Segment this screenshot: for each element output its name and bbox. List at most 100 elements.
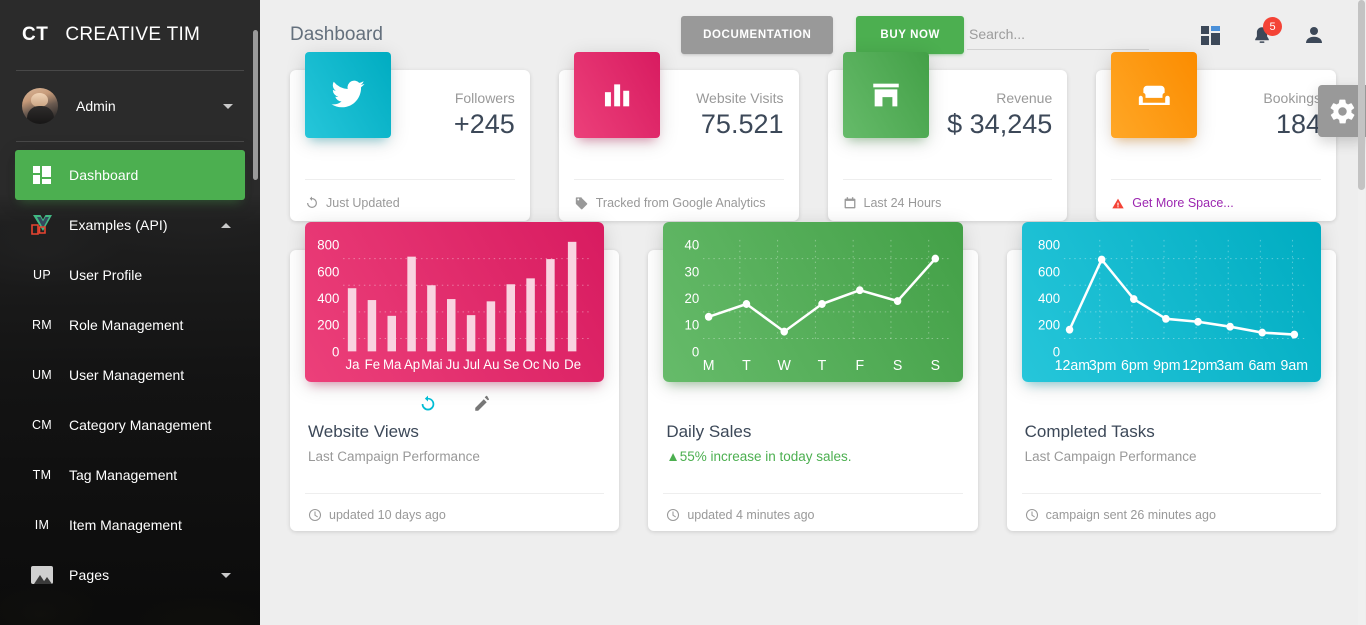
search-field-wrapper xyxy=(967,20,1149,50)
chart-card-title: Completed Tasks xyxy=(1024,422,1155,441)
dashboard-grid-icon xyxy=(25,166,59,184)
svg-text:3am: 3am xyxy=(1216,358,1244,374)
svg-text:12pm: 12pm xyxy=(1182,358,1217,374)
svg-text:400: 400 xyxy=(317,291,339,306)
chevron-down-icon[interactable] xyxy=(221,572,231,578)
sidebar-item-label: Item Management xyxy=(69,517,182,533)
svg-text:Fe: Fe xyxy=(365,357,380,372)
sofa-icon xyxy=(1111,52,1198,138)
card-divider xyxy=(1021,493,1321,494)
svg-text:Jul: Jul xyxy=(463,357,480,372)
gear-icon xyxy=(1330,99,1354,123)
chart-card-subtitle-text: 55% increase in today sales. xyxy=(679,449,852,464)
twitter-bird-icon xyxy=(305,52,391,138)
sidebar-item-abbr: RM xyxy=(31,318,53,332)
apps-grid-button[interactable] xyxy=(1184,15,1236,55)
svg-text:M: M xyxy=(703,358,715,374)
calendar-icon xyxy=(843,196,857,210)
user-name: Admin xyxy=(76,98,116,114)
notifications-button[interactable]: 5 xyxy=(1236,15,1288,55)
svg-text:Ma: Ma xyxy=(383,357,402,372)
stat-card-followers: Followers +245 Just Updated xyxy=(290,52,530,221)
sidebar-item-item-management[interactable]: IM Item Management xyxy=(15,500,245,550)
stat-cards-row: Followers +245 Just Updated Website Visi… xyxy=(290,52,1336,221)
svg-text:800: 800 xyxy=(317,237,339,252)
stat-card-footer: Tracked from Google Analytics xyxy=(574,196,766,210)
chart-card-daily-sales: 40 30 20 10 0 M T W T F S S Daily Sales … xyxy=(648,222,978,531)
top-navbar: Dashboard DOCUMENTATION BUY NOW Search..… xyxy=(260,0,1366,70)
brand-mark: CT xyxy=(22,24,49,45)
chevron-up-icon[interactable] xyxy=(221,222,231,228)
documentation-button[interactable]: DOCUMENTATION xyxy=(681,16,834,54)
sidebar-item-user-management[interactable]: UM User Management xyxy=(15,350,245,400)
card-divider xyxy=(1111,179,1321,180)
sidebar-item-label: Tag Management xyxy=(69,467,178,483)
sidebar-item-label: User Profile xyxy=(69,267,143,283)
svg-text:600: 600 xyxy=(317,264,339,279)
chart-cards-row: 800 600 400 200 0 Ja Fe Ma Ap Mai Ju Jul… xyxy=(290,222,1336,531)
brand-logo[interactable]: CT CREATIVE TIM xyxy=(0,0,260,70)
website-views-chart[interactable]: 800 600 400 200 0 Ja Fe Ma Ap Mai Ju Jul… xyxy=(305,222,605,382)
account-button[interactable] xyxy=(1288,15,1340,55)
svg-text:0: 0 xyxy=(692,344,699,359)
stat-card-footer: Just Updated xyxy=(305,196,400,210)
chart-card-footer: campaign sent 26 minutes ago xyxy=(1025,508,1216,522)
sidebar-item-tag-management[interactable]: TM Tag Management xyxy=(15,450,245,500)
page-title: Dashboard xyxy=(290,24,383,45)
svg-text:S: S xyxy=(931,358,940,374)
chart-card-title: Daily Sales xyxy=(666,422,752,441)
sidebar-item-pages[interactable]: Pages xyxy=(15,550,245,600)
daily-sales-chart[interactable]: 40 30 20 10 0 M T W T F S S xyxy=(663,222,963,382)
sidebar-item-user-profile[interactable]: UP User Profile xyxy=(15,250,245,300)
trend-up-icon: ▲ xyxy=(666,449,680,464)
svg-text:Ju: Ju xyxy=(446,357,460,372)
sidebar-item-label: User Management xyxy=(69,367,185,383)
line-chart-svg: 40 30 20 10 0 M T W T F S S xyxy=(685,237,949,374)
main-content: Dashboard DOCUMENTATION BUY NOW Search..… xyxy=(260,0,1366,625)
sidebar-item-dashboard[interactable]: Dashboard xyxy=(15,150,245,200)
chevron-down-icon[interactable] xyxy=(223,103,233,109)
main-scrollbar-thumb[interactable] xyxy=(1358,0,1365,190)
edit-chart-button[interactable] xyxy=(468,390,496,418)
vue-laravel-logo-icon xyxy=(25,214,59,236)
user-panel[interactable]: Admin xyxy=(0,71,260,141)
svg-text:T: T xyxy=(742,358,751,374)
stat-value: $ 34,245 xyxy=(947,109,1053,139)
svg-text:De: De xyxy=(564,357,581,372)
chart-card-subtitle: ▲55% increase in today sales. xyxy=(666,449,851,464)
completed-tasks-chart[interactable]: 800 600 400 200 0 12am 3pm 6pm 9pm 12pm … xyxy=(1021,222,1321,382)
stat-value: 75.521 xyxy=(700,109,784,139)
get-more-space-link[interactable]: Get More Space... xyxy=(1132,196,1233,210)
stat-card-footer: Get More Space... xyxy=(1111,196,1234,210)
sidebar-scrollbar[interactable] xyxy=(253,30,258,180)
tag-icon xyxy=(574,196,589,210)
stat-value: 184 xyxy=(1275,109,1321,139)
content-area: Followers +245 Just Updated Website Visi… xyxy=(260,52,1366,531)
stat-footer-text: Tracked from Google Analytics xyxy=(595,196,766,210)
sidebar-item-category-management[interactable]: CM Category Management xyxy=(15,400,245,450)
svg-text:800: 800 xyxy=(1038,237,1060,252)
stat-text: Bookings 184 xyxy=(1263,90,1321,140)
stat-card-footer: Last 24 Hours xyxy=(843,196,941,210)
svg-text:Mai: Mai xyxy=(421,357,442,372)
sidebar-item-examples-api[interactable]: Examples (API) xyxy=(15,200,245,250)
chart-card-footer: updated 4 minutes ago xyxy=(666,508,815,522)
stat-card-bookings: Bookings 184 Get More Space... xyxy=(1096,52,1336,221)
svg-text:600: 600 xyxy=(1038,264,1060,279)
svg-text:400: 400 xyxy=(1038,291,1060,306)
sidebar-nav: Dashboard Examples (API) UP User Profile… xyxy=(0,142,260,600)
store-icon xyxy=(842,52,929,138)
svg-text:6pm: 6pm xyxy=(1121,358,1149,374)
sidebar-item-abbr: UP xyxy=(33,268,51,282)
svg-text:T: T xyxy=(818,358,827,374)
sidebar-item-label: Examples (API) xyxy=(69,217,168,233)
buy-now-button[interactable]: BUY NOW xyxy=(856,16,964,54)
chart-card-subtitle: Last Campaign Performance xyxy=(1024,449,1197,464)
svg-text:F: F xyxy=(856,358,865,374)
search-input[interactable] xyxy=(967,20,1149,50)
chart-card-actions xyxy=(305,390,604,418)
chart-footer-text: updated 10 days ago xyxy=(329,508,446,522)
sidebar-item-role-management[interactable]: RM Role Management xyxy=(15,300,245,350)
sidebar-item-label: Role Management xyxy=(69,317,184,333)
refresh-chart-button[interactable] xyxy=(414,390,442,418)
